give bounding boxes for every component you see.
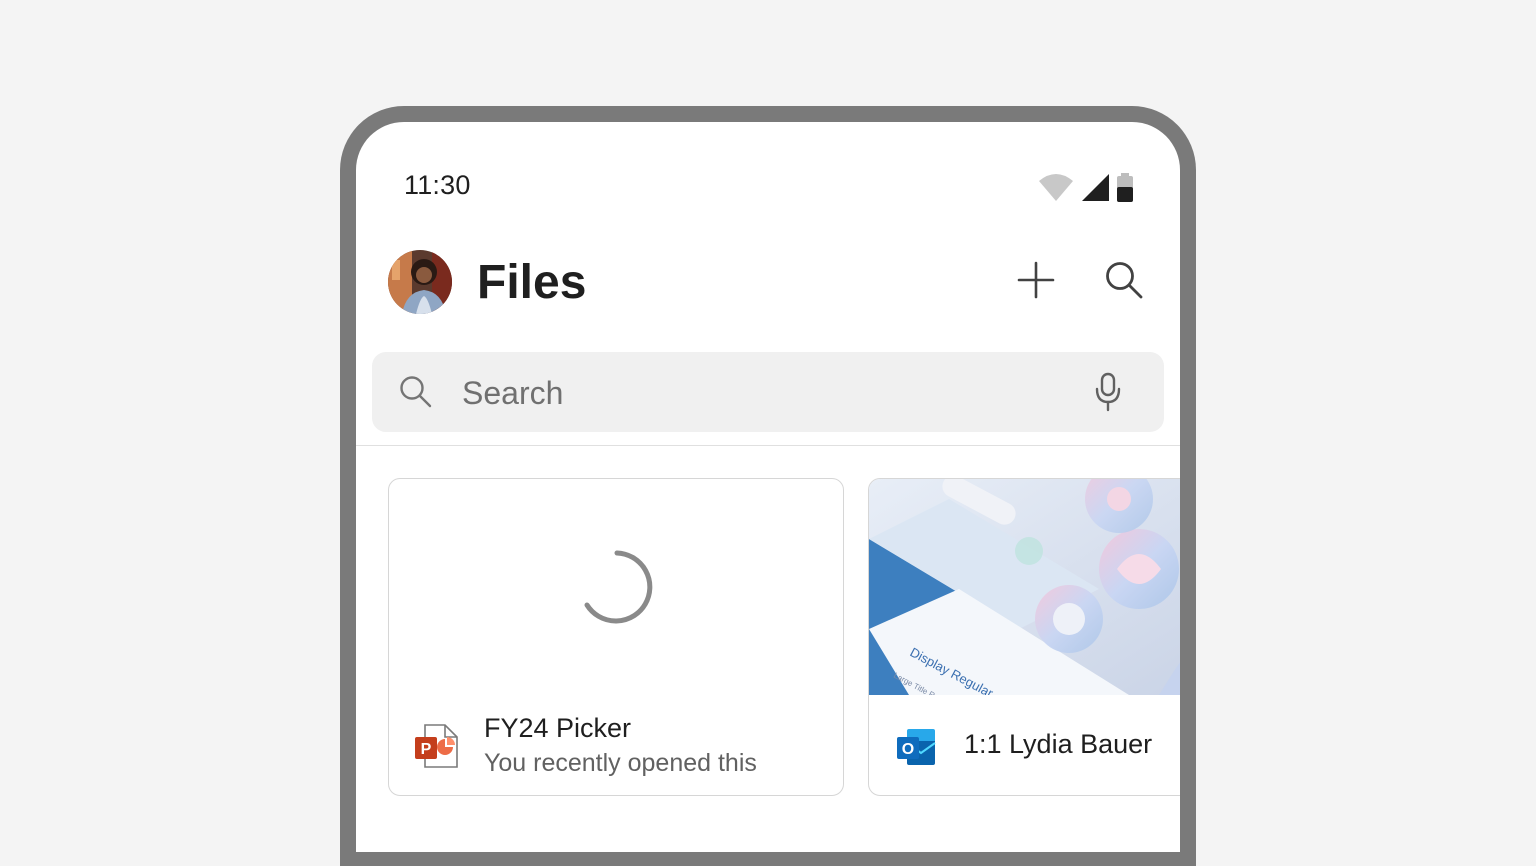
- search-input[interactable]: [460, 370, 1064, 416]
- thumbnail-image: Display Regular Large Title Regular: [869, 479, 1180, 711]
- svg-text:O: O: [902, 741, 914, 758]
- search-icon: [1104, 260, 1144, 305]
- file-title: 1:1 Lydia Bauer: [964, 729, 1153, 759]
- search-button[interactable]: [1100, 258, 1148, 306]
- file-card[interactable]: P FY24 Picker You recently opened this: [388, 478, 844, 796]
- battery-icon: [1116, 172, 1134, 207]
- svg-text:P: P: [421, 741, 432, 758]
- outlook-icon: O: [895, 727, 937, 772]
- wifi-icon: [1038, 172, 1074, 207]
- search-bar[interactable]: [372, 352, 1164, 432]
- loading-spinner: [577, 547, 657, 632]
- app-header: Files: [356, 242, 1180, 324]
- microphone-icon[interactable]: [1092, 372, 1124, 417]
- divider: [356, 445, 1180, 446]
- file-subtitle: You recently opened this: [484, 749, 757, 777]
- file-title: FY24 Picker: [484, 713, 632, 743]
- status-time: 11:30: [404, 170, 471, 200]
- app-screen: 11:30 Files Search P FY24 Picker You rec…: [356, 122, 1180, 852]
- page-title: Files: [477, 256, 587, 309]
- cellular-signal-icon: [1080, 172, 1110, 207]
- add-button[interactable]: [1012, 258, 1060, 306]
- avatar[interactable]: [388, 250, 452, 314]
- search-icon: [398, 374, 434, 415]
- status-bar: 11:30: [356, 122, 1180, 222]
- add-icon: [1017, 261, 1055, 304]
- file-card[interactable]: Display Regular Large Title Regular O: [868, 478, 1180, 796]
- status-icons: [1038, 172, 1134, 207]
- powerpoint-icon: P: [413, 723, 459, 774]
